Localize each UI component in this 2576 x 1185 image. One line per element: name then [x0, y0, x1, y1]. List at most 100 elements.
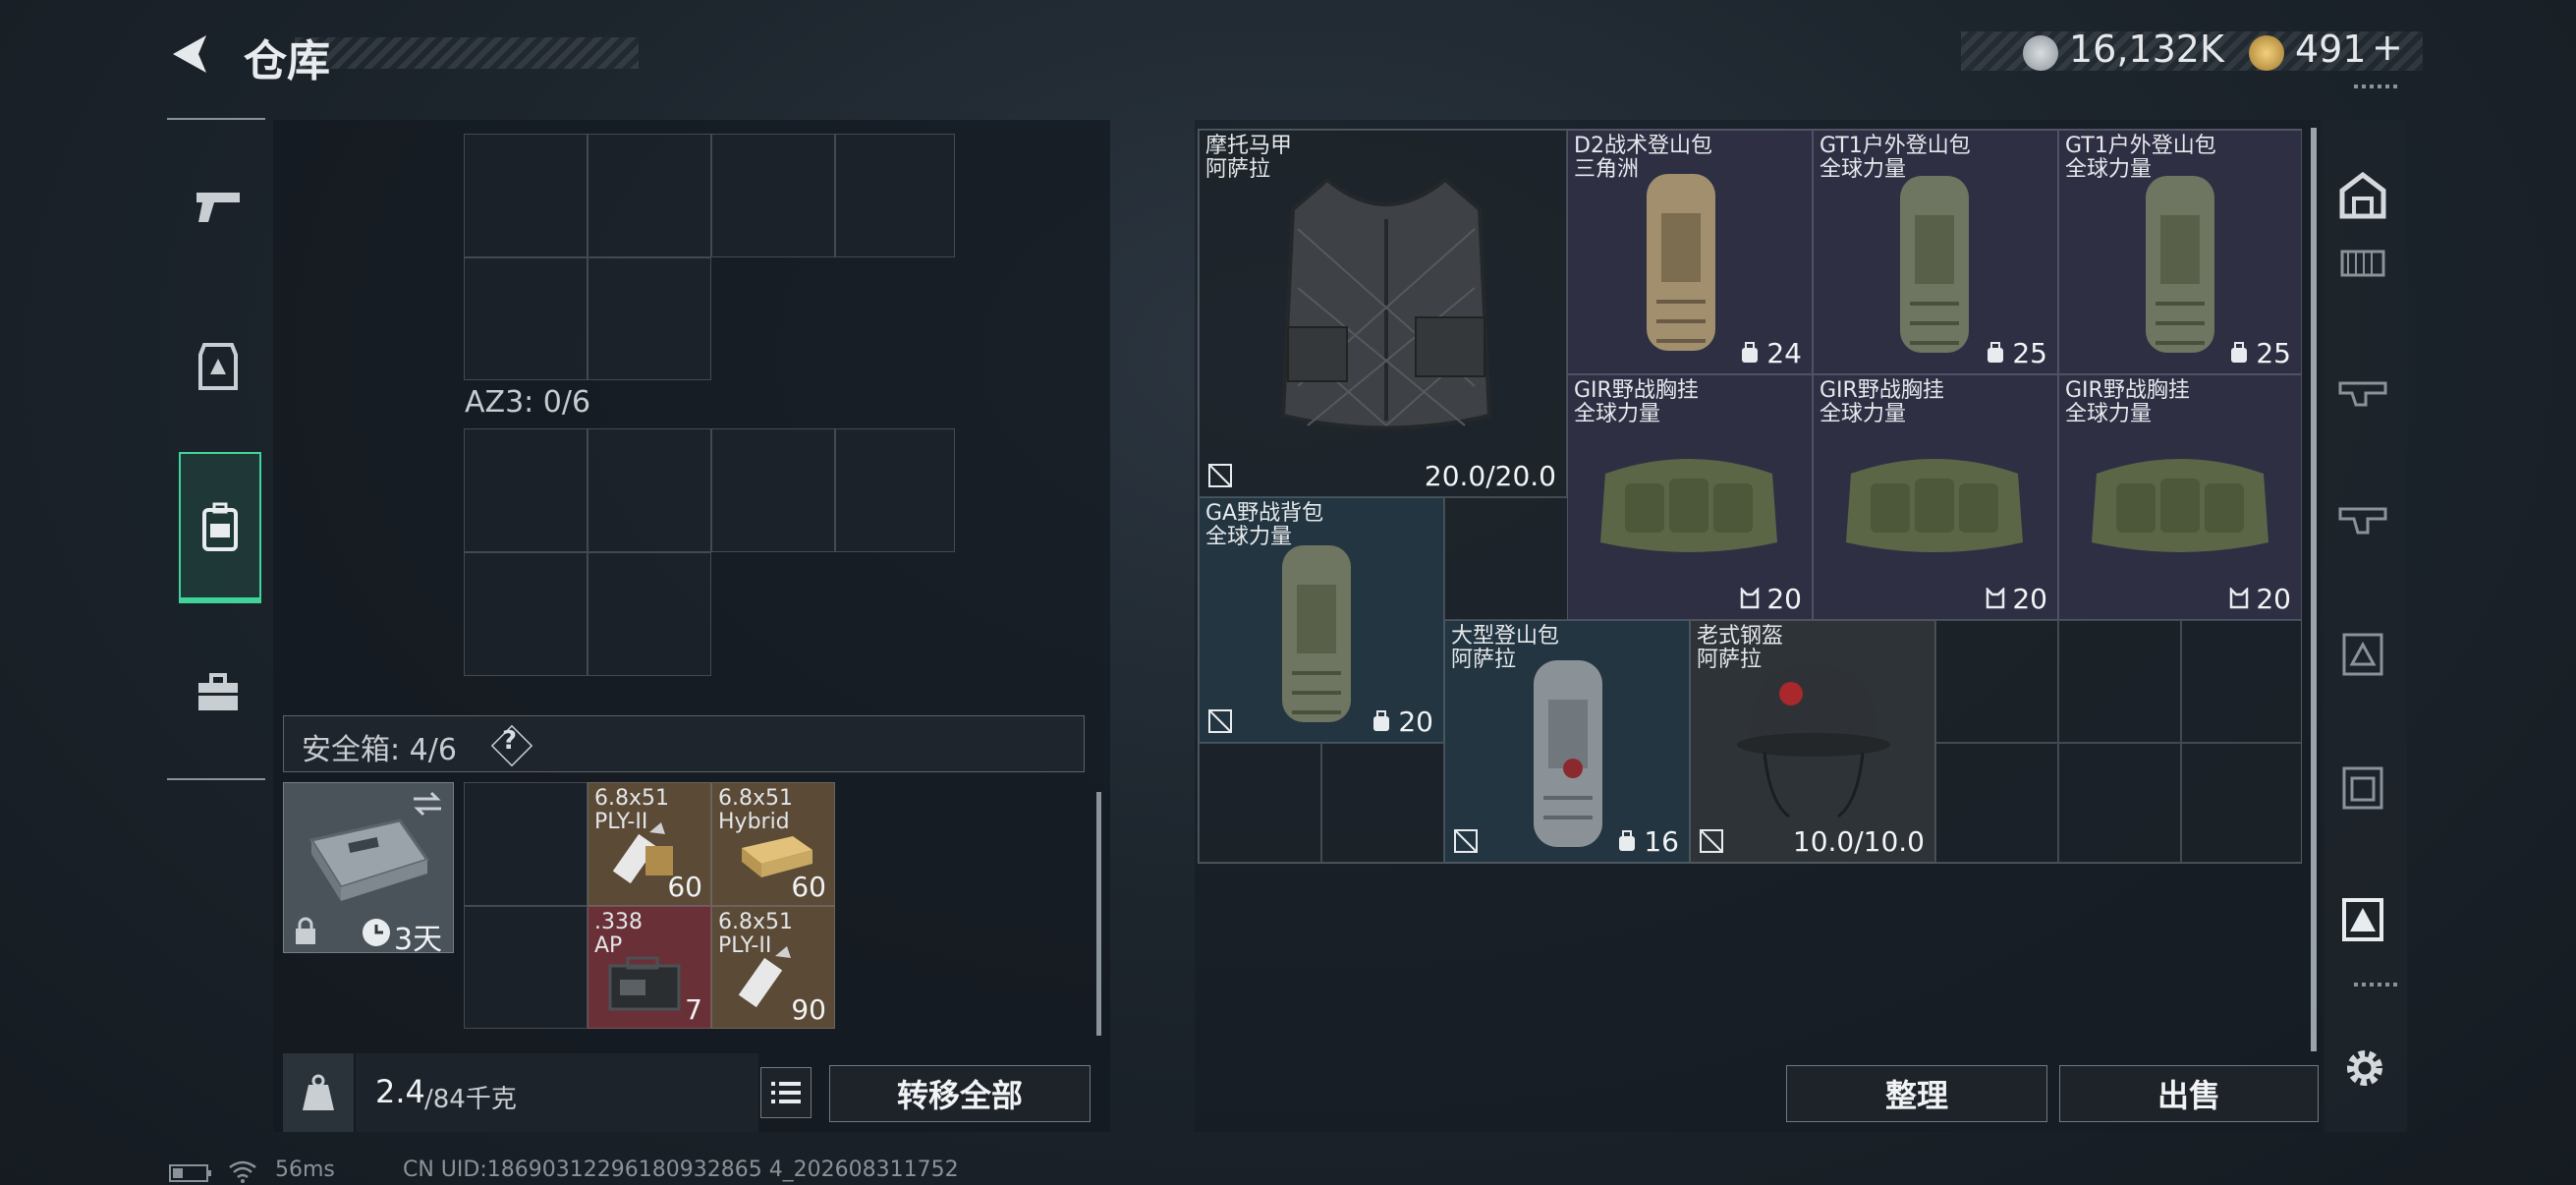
backpack-icon: [1647, 174, 1715, 351]
ammo-caliber: 6.8x51: [718, 910, 794, 934]
item-name: GT1户外登山包: [1820, 134, 1971, 158]
help-icon[interactable]: ?: [502, 726, 517, 756]
list-icon: [771, 1082, 801, 1103]
equipment-filter-icon[interactable]: [2336, 892, 2389, 945]
ammo-filter-icon[interactable]: [2336, 242, 2389, 281]
item-origin: 全球力量: [2065, 402, 2153, 426]
inventory-item-chest-rig[interactable]: GIR野战胸挂 全球力量 20: [1567, 374, 1813, 620]
armor-case-filter-icon[interactable]: [2336, 761, 2389, 814]
sort-button[interactable]: 整理: [1786, 1065, 2047, 1122]
inventory-item-backpack[interactable]: 大型登山包 阿萨拉 16: [1444, 620, 1690, 863]
grid-slot[interactable]: [464, 257, 588, 380]
swap-icon[interactable]: [410, 789, 445, 818]
ammo-caliber: .338: [594, 910, 643, 934]
grid-slot[interactable]: [711, 134, 835, 257]
inventory-item-backpack[interactable]: GT1户外登山包 全球力量 25: [1813, 130, 2058, 374]
nav-weapons[interactable]: [179, 133, 257, 280]
armor-icon: [198, 343, 238, 390]
nav-armor[interactable]: [179, 293, 257, 440]
grid-slot[interactable]: [1321, 743, 1444, 863]
lock-icon: [296, 917, 315, 944]
safe-box-label: 安全箱: 4/6: [302, 733, 457, 767]
list-view-button[interactable]: [760, 1067, 812, 1118]
item-capacity: 25: [2012, 337, 2047, 369]
grid-slot[interactable]: [2181, 620, 2302, 743]
sell-button[interactable]: 出售: [2059, 1065, 2319, 1122]
item-name: GA野战背包: [1205, 501, 1324, 526]
ammo-item[interactable]: 6.8x51 PLY-II 90: [711, 906, 835, 1029]
ammo-box-icon: [608, 956, 681, 1011]
grid-slot[interactable]: [464, 428, 588, 552]
grid-slot[interactable]: [464, 906, 588, 1029]
back-arrow-icon[interactable]: [167, 29, 216, 79]
item-origin: 阿萨拉: [1451, 648, 1517, 672]
grid-slot[interactable]: [835, 428, 955, 552]
grid-slot[interactable]: [588, 552, 711, 676]
settings-gear-icon[interactable]: [2342, 1045, 2387, 1091]
grid-slot[interactable]: [835, 134, 955, 257]
safe-box-header: 安全箱: 4/6 ?: [283, 715, 1085, 772]
item-origin: 全球力量: [1574, 402, 1661, 426]
storage-filter-icon[interactable]: [2336, 169, 2389, 222]
transfer-all-button[interactable]: 转移全部: [829, 1065, 1091, 1122]
inventory-item-backpack[interactable]: GT1户外登山包 全球力量 25: [2058, 130, 2302, 374]
capacity-icon: [1988, 342, 2003, 363]
grid-slot[interactable]: [1935, 743, 2058, 863]
ammo-count: 60: [791, 871, 826, 903]
grid-slot[interactable]: [711, 428, 835, 552]
gold-coin-icon: [2249, 35, 2284, 71]
inventory-item-helmet[interactable]: 老式钢盔 阿萨拉 10.0/10.0: [1690, 620, 1935, 863]
item-durability: 10.0/10.0: [1792, 825, 1925, 858]
inventory-item-chest-rig[interactable]: GIR野战胸挂 全球力量 20: [1813, 374, 2058, 620]
grid-slot[interactable]: [2058, 620, 2181, 743]
nav-case[interactable]: [179, 619, 257, 766]
silver-coin-icon: [2023, 35, 2058, 71]
chest-rig-icon: [2092, 459, 2268, 552]
grid-slot[interactable]: [588, 428, 711, 552]
inventory-item-chest-rig[interactable]: GIR野战胸挂 全球力量 20: [2058, 374, 2302, 620]
chest-rig-icon: [1846, 459, 2023, 552]
weight-icon-box: [283, 1053, 354, 1132]
ammo-item[interactable]: .338 AP 7: [588, 906, 711, 1029]
title-stripe: [295, 37, 639, 69]
smg-filter-icon[interactable]: [2336, 491, 2389, 544]
grid-slot[interactable]: [2181, 743, 2302, 863]
sidebar-dots: [2354, 983, 2401, 987]
add-currency-button[interactable]: +: [2372, 26, 2403, 69]
grid-slot[interactable]: [1935, 620, 2058, 743]
safe-case-slot[interactable]: 3天: [283, 782, 454, 957]
grid-slot[interactable]: [1444, 497, 1568, 620]
grid-slot[interactable]: [464, 552, 588, 676]
case-timer: 3天: [394, 923, 443, 957]
weight-value: 2.4: [375, 1073, 425, 1110]
grid-slot[interactable]: [588, 257, 711, 380]
capacity-icon: [1373, 710, 1389, 731]
grid-slot[interactable]: [464, 782, 588, 906]
ammo-caliber: 6.8x51: [718, 786, 794, 811]
rifle-filter-icon[interactable]: [2336, 366, 2389, 419]
item-capacity: 16: [1644, 825, 1679, 858]
left-scrollbar[interactable]: [1096, 792, 1101, 1036]
clock-icon: [363, 919, 390, 946]
inventory-item-vest[interactable]: 摩托马甲 阿萨拉 20.0/20.0: [1199, 130, 1567, 497]
grid-slot[interactable]: [1199, 743, 1321, 863]
currency-silver: 16,132K: [2069, 28, 2224, 71]
ammo-item[interactable]: 6.8x51 Hybrid 60: [711, 782, 835, 906]
az3-capacity-label: AZ3: 0/6: [465, 385, 591, 420]
helmet-icon: [1737, 664, 1890, 818]
inventory-item-backpack[interactable]: D2战术登山包 三角洲 24: [1567, 130, 1813, 374]
item-origin: 三角洲: [1574, 157, 1640, 182]
backpack-icon: [1534, 660, 1602, 847]
grid-slot[interactable]: [588, 134, 711, 257]
item-name: GIR野战胸挂: [1820, 378, 1944, 403]
weight-display: 2.4 /84千克: [356, 1053, 758, 1132]
ammo-count: 7: [685, 993, 702, 1026]
inventory-scrollbar[interactable]: [2311, 128, 2317, 1051]
nav-backpack[interactable]: [179, 452, 261, 603]
grid-slot[interactable]: [2058, 743, 2181, 863]
ammo-item[interactable]: 6.8x51 PLY-II 60: [588, 782, 711, 906]
grid-slot[interactable]: [464, 134, 588, 257]
gear-case-filter-icon[interactable]: [2336, 627, 2389, 680]
ping-value: 56ms: [275, 1157, 335, 1182]
inventory-item-backpack[interactable]: GA野战背包 全球力量 20: [1199, 497, 1444, 743]
